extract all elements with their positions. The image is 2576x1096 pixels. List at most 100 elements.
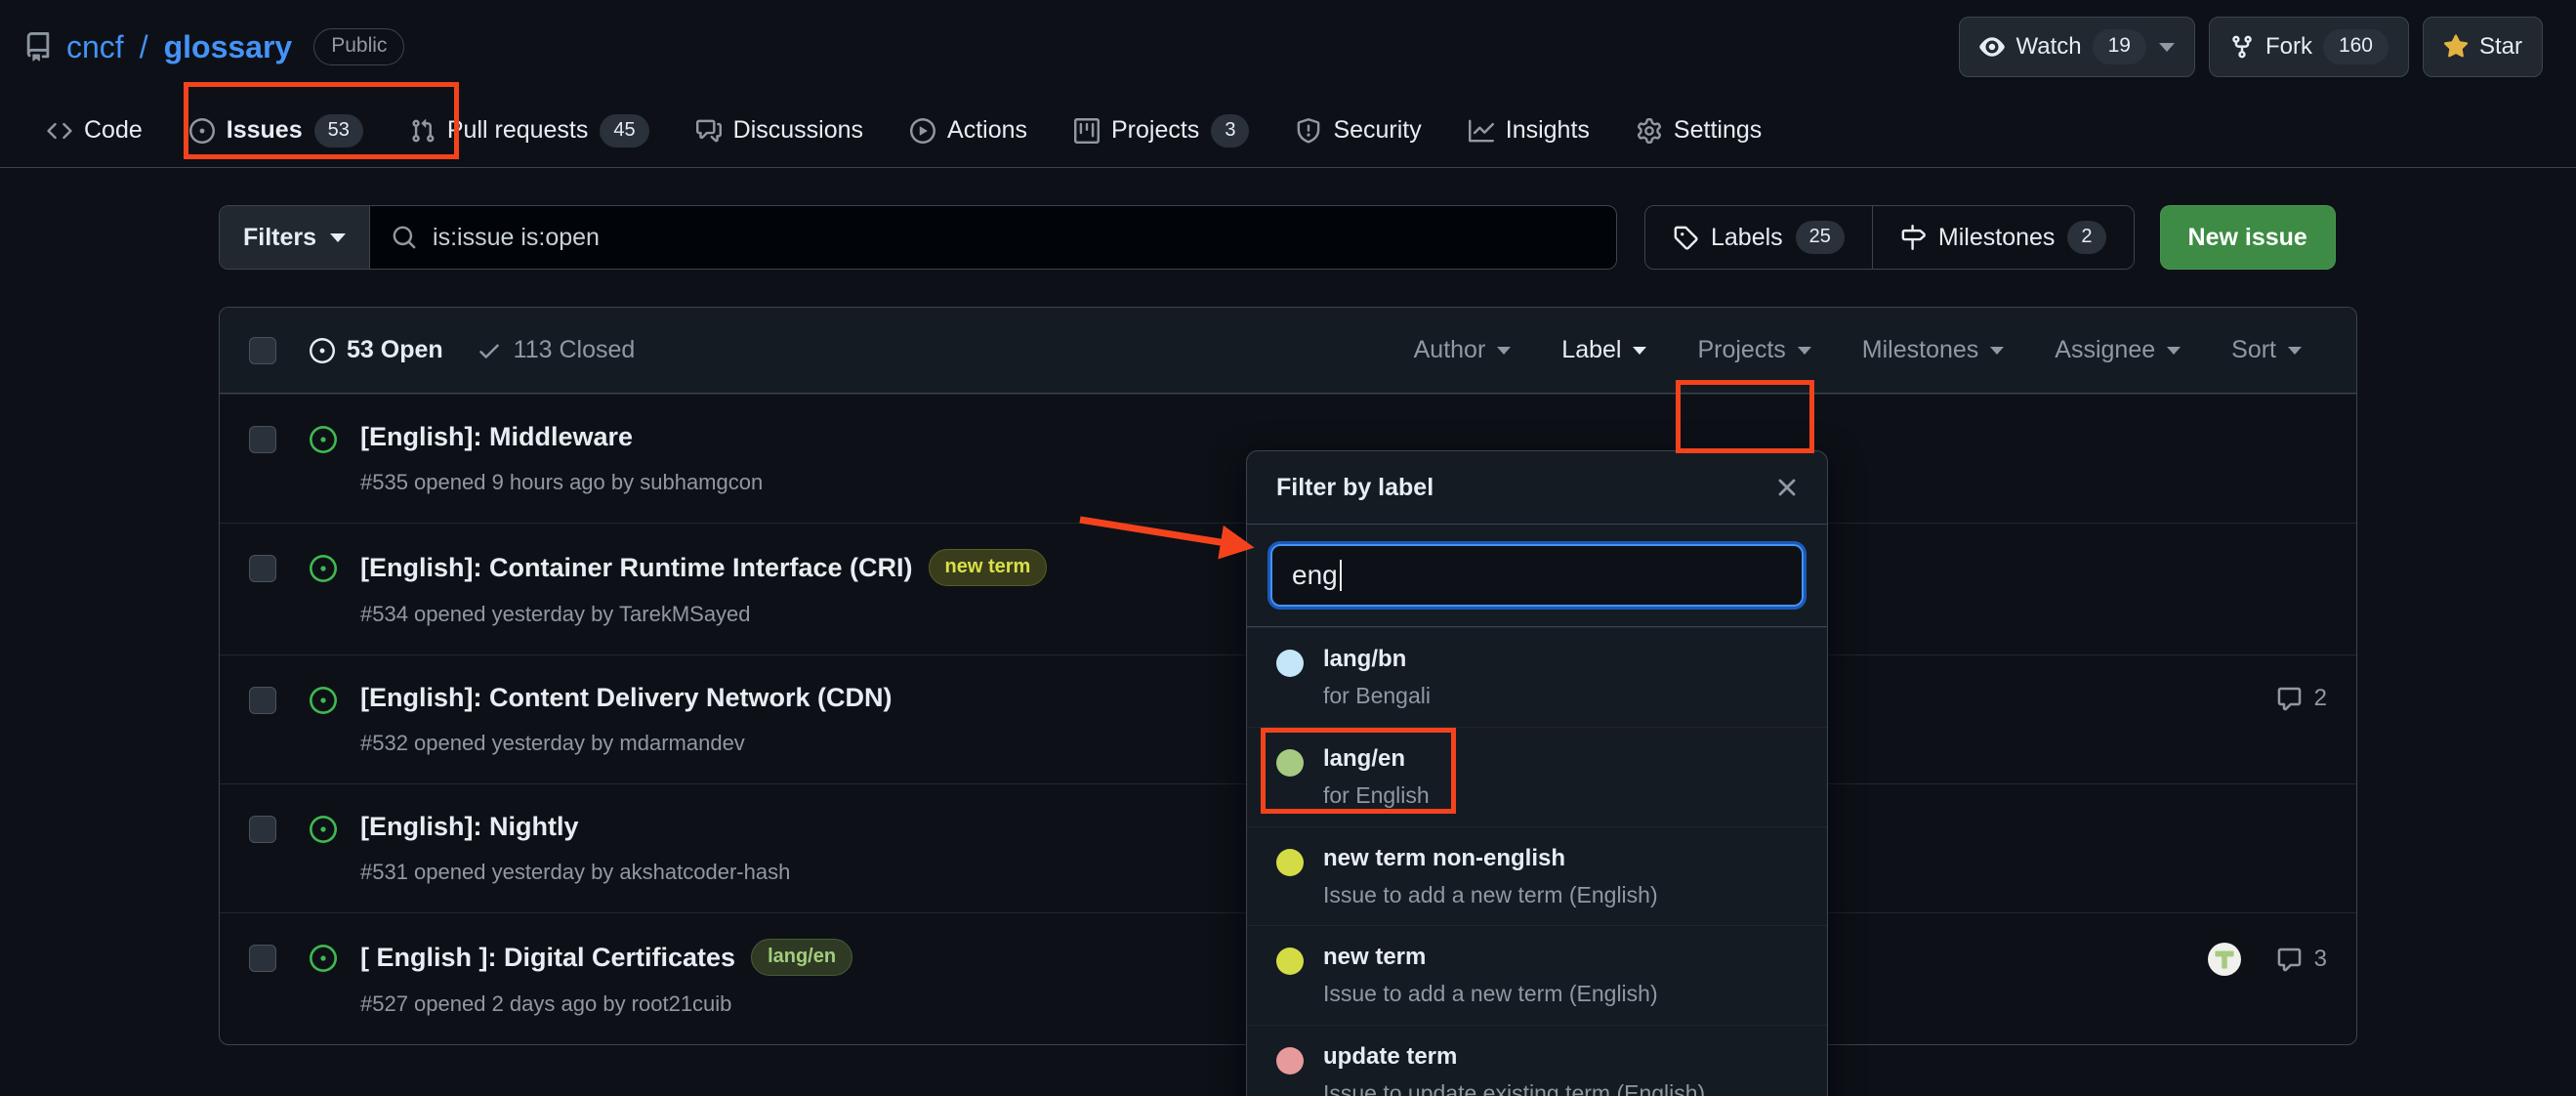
labels-button[interactable]: Labels 25 [1645,206,1872,269]
issue-meta: #534 opened yesterday by TarekMSayed [360,602,751,627]
filter-milestones[interactable]: Milestones [1837,336,2030,364]
closed-issues-label: 113 Closed [513,336,636,363]
issue-title-link[interactable]: [ English ]: Digital Certificates [360,941,735,975]
issue-title-line: [English]: Container Runtime Interface (… [360,549,1048,587]
tab-projects[interactable]: Projects 3 [1051,94,1272,167]
issue-title-link[interactable]: [English]: Container Runtime Interface (… [360,551,913,585]
tab-issues[interactable]: Issues 53 [166,94,387,167]
issue-select-checkbox[interactable] [249,555,276,583]
watch-count: 19 [2092,29,2146,64]
comment-count[interactable]: 3 [2276,946,2327,973]
label-search-input[interactable]: eng [1267,541,1807,610]
watch-button[interactable]: Watch 19 [1959,17,2195,77]
new-issue-button[interactable]: New issue [2159,205,2336,270]
chevron-down-icon[interactable] [2158,42,2175,52]
label-dropdown-title: Filter by label [1276,473,1434,501]
shield-icon [1298,117,1320,143]
repo-title: cncf / glossary Public [23,27,405,66]
tab-settings[interactable]: Settings [1613,94,1785,167]
repo-name-link[interactable]: glossary [164,29,293,65]
labels-milestones-group: Labels 25 Milestones 2 [1644,205,2135,270]
milestones-button[interactable]: Milestones 2 [1871,206,2134,269]
code-icon [47,122,72,139]
tab-insights[interactable]: Insights [1445,94,1613,167]
issue-opened-icon [310,687,337,715]
list-item[interactable]: update term Issue to update existing ter… [1247,1025,1827,1096]
milestones-count: 2 [2067,221,2106,254]
gear-icon [1637,117,1661,144]
label-texts: new term Issue to add a new term (Englis… [1323,943,1658,1008]
comment-count-value: 2 [2313,685,2327,712]
label-description: Issue to add a new term (English) [1323,881,1658,907]
filter-sort[interactable]: Sort [2206,336,2327,364]
closed-issues-tab[interactable]: 113 Closed [477,336,636,364]
label-texts: new term non-english Issue to add a new … [1323,844,1658,909]
filter-projects-label: Projects [1697,336,1786,363]
open-issues-tab[interactable]: 53 Open [310,336,443,364]
close-icon[interactable] [1772,473,1802,502]
label-color-dot-icon [1276,1047,1304,1075]
list-item[interactable]: new term Issue to add a new term (Englis… [1247,925,1827,1025]
tab-projects-count: 3 [1211,113,1250,148]
filter-milestones-label: Milestones [1861,336,1979,363]
filters-dropdown-button[interactable]: Filters [220,206,371,269]
repo-nav: Code Issues 53 Pull requests 45 Discussi… [0,82,2576,168]
issue-title-line: [English]: Nightly [360,810,790,844]
list-item[interactable]: lang/en for English [1247,726,1827,826]
tab-settings-label: Settings [1673,116,1763,144]
filter-projects[interactable]: Projects [1672,336,1836,364]
star-button[interactable]: Star [2422,17,2543,77]
issue-title-link[interactable]: [English]: Content Delivery Network (CDN… [360,681,893,715]
chevron-down-icon [1633,346,1647,355]
issue-select-checkbox[interactable] [249,816,276,844]
issue-select-checkbox[interactable] [249,945,276,973]
avatar[interactable] [2207,943,2241,977]
label-description: Issue to update existing term (English) [1323,1080,1706,1096]
issue-select-checkbox[interactable] [249,426,276,453]
issue-title-link[interactable]: [English]: Nightly [360,810,578,844]
list-item[interactable]: lang/bn for Bengali [1247,627,1827,727]
visibility-badge: Public [313,27,405,66]
tab-discussions[interactable]: Discussions [673,94,887,167]
filter-assignee[interactable]: Assignee [2029,336,2206,364]
project-icon [1074,117,1100,144]
tab-pull-requests[interactable]: Pull requests 45 [387,94,673,167]
fork-button[interactable]: Fork 160 [2208,17,2409,77]
milestone-icon [1901,225,1926,250]
issues-search-input[interactable]: is:issue is:open [370,206,1616,269]
comment-count[interactable]: 2 [2276,685,2327,712]
tab-insights-label: Insights [1505,116,1590,144]
tab-code-label: Code [84,116,143,144]
avatar-glyph-icon [2215,950,2234,969]
fork-icon [2232,35,2252,59]
repo-owner-link[interactable]: cncf [66,29,124,65]
tab-code[interactable]: Code [23,94,166,167]
tab-security[interactable]: Security [1272,94,1444,167]
search-icon [393,226,416,249]
tab-issues-count: 53 [313,113,363,148]
filter-label[interactable]: Label [1536,336,1672,364]
issue-texts: [ English ]: Digital Certificates lang/e… [360,939,853,1017]
issue-opened-icon [310,945,337,973]
issue-select-checkbox[interactable] [249,687,276,715]
chevron-down-icon [2288,346,2302,355]
tab-projects-label: Projects [1111,116,1200,144]
check-icon [478,344,499,358]
tab-actions[interactable]: Actions [887,94,1051,167]
issue-label-badge[interactable]: new term [928,549,1048,587]
list-item[interactable]: new term non-english Issue to add a new … [1247,825,1827,926]
watch-label: Watch [2015,33,2082,60]
issue-title-link[interactable]: [English]: Middleware [360,420,633,454]
issue-state-tabs: 53 Open 113 Closed [310,336,635,364]
filters-label: Filters [243,223,317,251]
select-all-checkbox[interactable] [249,336,276,364]
issue-label-badge[interactable]: lang/en [751,939,853,977]
issues-list-header: 53 Open 113 Closed Author Label Projects… [220,308,2356,394]
filter-author[interactable]: Author [1389,336,1537,364]
star-icon [2443,34,2469,58]
filters-searchbar: Filters is:issue is:open [219,205,1617,270]
issues-search-value: is:issue is:open [433,223,600,251]
label-search-value: eng [1292,560,1338,590]
label-description: for English [1323,781,1430,808]
repo-header: cncf / glossary Public Watch 19 Fork 160 [0,0,2576,94]
